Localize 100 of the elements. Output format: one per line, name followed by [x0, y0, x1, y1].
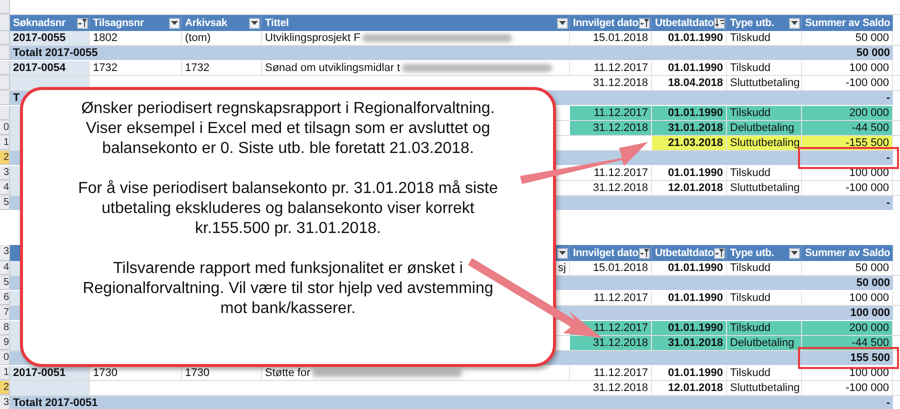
table-cell: 100 000 — [802, 291, 893, 305]
row-header: 6 — [0, 291, 10, 305]
table-cell: 31.12.2018 — [570, 381, 652, 395]
caret-icon — [559, 21, 566, 25]
row-header: 8 — [0, 321, 10, 335]
callout-text: Ønsker periodisert regnskapsrapport i Regionalforvaltning. Viser eksempel i Excel med et tilsagn som er avsluttet og balansekonto er 0. Siste utb. ble foretatt 21.03.2018. — [81, 99, 495, 159]
table-cell: 31.12.2018 — [570, 181, 652, 195]
row-header: 3 — [0, 245, 10, 261]
column-header[interactable]: Tittel — [262, 15, 570, 31]
table-cell: - — [802, 151, 893, 165]
table-cell: 155 500 — [802, 351, 893, 365]
row-header: 4 — [0, 261, 10, 275]
row-header: 3 — [0, 396, 10, 409]
filter-button[interactable] — [639, 248, 650, 258]
table-cell: Sønad om utviklingsmidlar t — [262, 61, 570, 75]
dropdown-button[interactable] — [789, 248, 800, 258]
table-cell: Sluttutbetaling — [727, 136, 802, 150]
table-cell: 11.12.2017 — [570, 106, 652, 120]
column-header[interactable]: Tilsagnsnr — [90, 15, 182, 31]
row-header: 3 — [0, 166, 10, 180]
table-cell: Sluttutbetaling — [727, 381, 802, 395]
row-header: 5 — [0, 196, 10, 210]
row-header: 7 — [0, 306, 10, 320]
table-cell: 31.12.2018 — [570, 336, 652, 350]
table-cell: 12.01.2018 — [652, 381, 727, 395]
table-cell: 31.12.2018 — [570, 121, 652, 135]
table-cell: 11.12.2017 — [570, 366, 652, 380]
caret-icon — [559, 251, 566, 255]
table-cell-text: Totalt 2017-0055 — [12, 46, 99, 60]
table-cell: Tilskudd — [727, 366, 802, 380]
table-cell: Tilskudd — [727, 166, 802, 180]
dropdown-button[interactable] — [557, 248, 568, 258]
table-cell-text: 50 000 — [855, 276, 891, 290]
row-header: 5 — [0, 276, 10, 290]
table-cell: 31.12.2018 — [570, 76, 652, 90]
table-cell: 01.01.1990 — [652, 261, 727, 275]
filter-icon — [640, 19, 649, 27]
table-cell: Sluttutbetaling — [727, 76, 802, 90]
row-header: 0 — [0, 351, 10, 365]
table-cell: (tom) — [182, 31, 262, 45]
column-header[interactable]: Arkivsak — [182, 15, 262, 31]
column-header[interactable]: Summer av Saldo — [802, 245, 893, 261]
table-cell: Sluttutbetaling — [727, 181, 802, 195]
table-cell: 01.01.1990 — [652, 166, 727, 180]
dropdown-button[interactable] — [557, 18, 568, 28]
table-cell: 200 000 — [802, 321, 893, 335]
table-cell: -100 000 — [802, 181, 893, 195]
column-header[interactable]: Innvilget dato — [570, 15, 652, 31]
table-cell-text: 50 000 — [855, 46, 891, 60]
table-cell: -44 500 — [802, 121, 893, 135]
table-cell: Tilskudd — [727, 261, 802, 275]
caret-icon — [251, 21, 258, 25]
column-header[interactable]: Innvilget dato — [570, 245, 652, 261]
column-header[interactable]: Utbetaltdato — [652, 15, 727, 31]
table-cell: 100 000 — [802, 61, 893, 75]
row-header: 1 — [0, 136, 10, 150]
column-header[interactable]: Summer av Saldo — [802, 15, 893, 31]
table-cell-text: - — [885, 91, 891, 105]
row-header: 2 — [0, 381, 10, 395]
row-header: 4 — [0, 181, 10, 195]
dropdown-button[interactable] — [249, 18, 260, 28]
table-cell: 01.01.1990 — [652, 321, 727, 335]
table-cell: 15.01.2018 — [570, 261, 652, 275]
table-cell-text: - — [885, 196, 891, 210]
filter-icon — [715, 249, 724, 257]
column-header[interactable]: Type utb. — [727, 15, 802, 31]
table-cell: 18.04.2018 — [652, 76, 727, 90]
table-cell: Tilskudd — [727, 106, 802, 120]
column-header[interactable]: Type utb. — [727, 245, 802, 261]
table-cell: 1802 — [90, 31, 182, 45]
sort-button[interactable] — [714, 18, 725, 28]
table-cell: 2017-0051 — [10, 366, 90, 380]
column-header[interactable]: Utbetaltdato — [652, 245, 727, 261]
table-cell: 01.01.1990 — [652, 366, 727, 380]
table-cell: 21.03.2018 — [652, 136, 727, 150]
filter-button[interactable] — [77, 18, 88, 28]
table-cell-text: Totalt 2017-0051 — [12, 396, 99, 409]
dropdown-button[interactable] — [169, 18, 180, 28]
table-cell: 11.12.2017 — [570, 61, 652, 75]
table-cell: 15.01.2018 — [570, 31, 652, 45]
table-cell: 31.01.2018 — [652, 336, 727, 350]
table-cell: Tilskudd — [727, 61, 802, 75]
table-cell: Tilskudd — [727, 291, 802, 305]
filter-button[interactable] — [639, 18, 650, 28]
filter-icon — [640, 249, 649, 257]
table-cell: 50 000 — [802, 261, 893, 275]
table-cell: Tilskudd — [727, 321, 802, 335]
caret-icon — [171, 21, 178, 25]
dropdown-button[interactable] — [789, 18, 800, 28]
row-header: 2 — [0, 151, 10, 165]
table-cell: 2017-0055 — [10, 31, 90, 45]
table-cell: 1732 — [182, 61, 262, 75]
filter-icon — [78, 19, 87, 27]
table-cell: Utviklingsprosjekt F — [262, 31, 570, 45]
callout-text: For å vise periodisert balansekonto pr. 31.01.2018 må siste utbetaling ekskluderes og balansekonto viser korrekt kr.155.500 pr. 31.01.2018. — [78, 179, 498, 239]
row-header — [0, 15, 10, 31]
table-cell-text: - — [885, 396, 891, 409]
caret-icon — [791, 21, 798, 25]
caret-icon — [791, 251, 798, 255]
filter-button[interactable] — [714, 248, 725, 258]
